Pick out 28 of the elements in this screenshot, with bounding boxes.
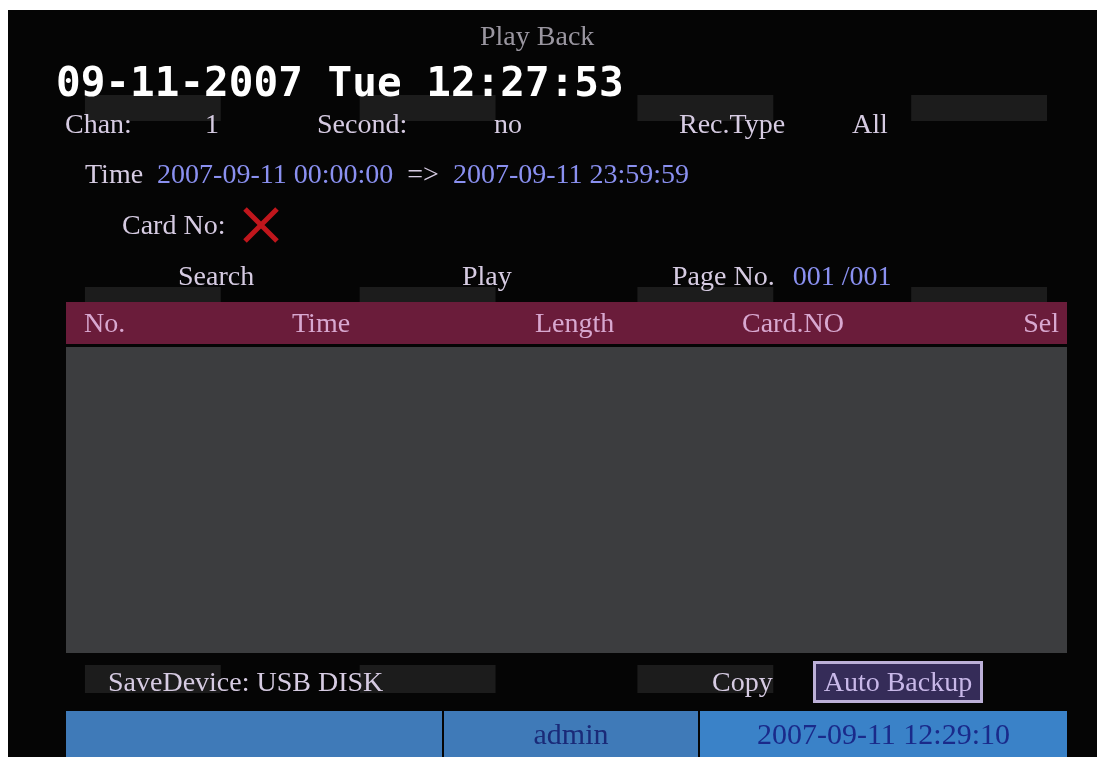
save-device-text: SaveDevice: USB DISK xyxy=(108,668,385,696)
field-value[interactable]: 1 xyxy=(205,110,317,138)
column-header: Length xyxy=(535,309,616,337)
clock-text: 09-11-2007 Tue 12:27:53 xyxy=(56,62,624,103)
column-header: Time xyxy=(292,309,352,337)
field-label: Chan: xyxy=(65,110,133,138)
field-label: Second: xyxy=(317,110,409,138)
cross-icon[interactable] xyxy=(241,205,282,245)
auto-backup-button[interactable]: Auto Backup xyxy=(812,661,984,703)
page-label: Page No. xyxy=(672,262,775,290)
user-name: admin xyxy=(444,711,698,757)
action-button[interactable]: Play xyxy=(462,262,672,290)
range-arrow: => xyxy=(407,160,439,188)
start-time-field[interactable]: 2007-09-11 00:00:00 xyxy=(157,160,394,188)
status-datetime: 2007-09-11 12:29:10 xyxy=(700,711,1067,757)
page-number: 001 /001 xyxy=(792,262,892,290)
time-label: Time xyxy=(85,160,144,188)
screen-title: Play Back xyxy=(480,20,595,51)
field-value[interactable]: All xyxy=(852,110,888,138)
card-number-label: Card No: xyxy=(122,211,226,239)
end-time-field[interactable]: 2007-09-11 23:59:59 xyxy=(452,160,690,188)
field-value[interactable]: no xyxy=(494,110,679,138)
action-button[interactable]: Search xyxy=(178,262,462,290)
column-header: Sel xyxy=(1023,309,1059,337)
column-header: No. xyxy=(84,309,127,337)
column-header: Card.NO xyxy=(742,309,845,337)
field-label: Rec.Type xyxy=(679,110,787,138)
copy-button[interactable]: Copy xyxy=(712,668,773,696)
